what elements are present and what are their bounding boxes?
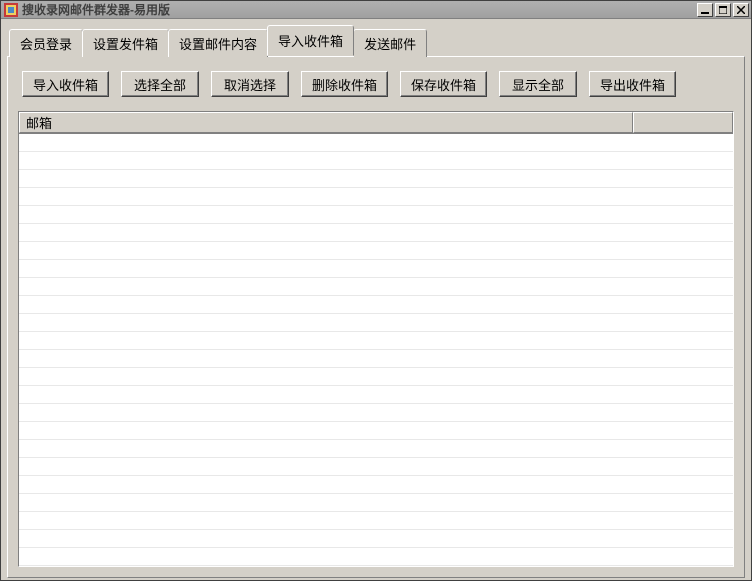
tab-label: 发送邮件 (364, 37, 416, 52)
column-header-2[interactable] (633, 112, 733, 133)
list-row[interactable] (19, 386, 733, 404)
tab-member-login[interactable]: 会员登录 (9, 29, 83, 57)
list-row[interactable] (19, 494, 733, 512)
list-row[interactable] (19, 422, 733, 440)
column-label: 邮箱 (26, 113, 52, 132)
list-row[interactable] (19, 548, 733, 566)
tab-set-sender[interactable]: 设置发件箱 (82, 29, 169, 57)
column-header-email[interactable]: 邮箱 (19, 112, 633, 133)
app-icon (4, 3, 18, 17)
delete-button[interactable]: 删除收件箱 (301, 71, 388, 97)
list-row[interactable] (19, 242, 733, 260)
minimize-button[interactable] (697, 3, 713, 17)
toolbar: 导入收件箱 选择全部 取消选择 删除收件箱 保存收件箱 显示全部 导出收件箱 (18, 71, 734, 97)
button-label: 删除收件箱 (312, 75, 377, 94)
button-label: 保存收件箱 (411, 75, 476, 94)
tab-label: 会员登录 (20, 37, 72, 52)
title-bar: 搜收录网邮件群发器-易用版 (1, 1, 751, 19)
list-row[interactable] (19, 458, 733, 476)
list-row[interactable] (19, 170, 733, 188)
export-button[interactable]: 导出收件箱 (589, 71, 676, 97)
window-controls (695, 3, 749, 17)
list-header: 邮箱 (19, 112, 733, 134)
list-row[interactable] (19, 260, 733, 278)
list-row[interactable] (19, 152, 733, 170)
deselect-button[interactable]: 取消选择 (211, 71, 289, 97)
recipients-list[interactable]: 邮箱 (18, 111, 734, 567)
tab-label: 设置邮件内容 (179, 37, 257, 52)
list-row[interactable] (19, 440, 733, 458)
list-row[interactable] (19, 314, 733, 332)
list-row[interactable] (19, 350, 733, 368)
list-row[interactable] (19, 512, 733, 530)
list-row[interactable] (19, 476, 733, 494)
tab-label: 设置发件箱 (93, 37, 158, 52)
list-body (19, 134, 733, 566)
button-label: 导入收件箱 (33, 75, 98, 94)
maximize-button[interactable] (715, 3, 731, 17)
list-row[interactable] (19, 278, 733, 296)
save-button[interactable]: 保存收件箱 (400, 71, 487, 97)
button-label: 选择全部 (134, 75, 186, 94)
tab-import-recipients[interactable]: 导入收件箱 (267, 25, 354, 56)
show-all-button[interactable]: 显示全部 (499, 71, 577, 97)
client-area: 会员登录 设置发件箱 设置邮件内容 导入收件箱 发送邮件 导入收件箱 选择全部 … (1, 19, 751, 581)
tab-label: 导入收件箱 (278, 34, 343, 49)
import-button[interactable]: 导入收件箱 (22, 71, 109, 97)
button-label: 取消选择 (224, 75, 276, 94)
button-label: 导出收件箱 (600, 75, 665, 94)
select-all-button[interactable]: 选择全部 (121, 71, 199, 97)
close-button[interactable] (733, 3, 749, 17)
app-window: 搜收录网邮件群发器-易用版 会员登录 设置发件箱 设置邮件内容 导入收件箱 发送… (0, 0, 752, 581)
button-label: 显示全部 (512, 75, 564, 94)
list-row[interactable] (19, 368, 733, 386)
list-row[interactable] (19, 404, 733, 422)
list-row[interactable] (19, 224, 733, 242)
tab-send-mail[interactable]: 发送邮件 (353, 29, 427, 57)
list-row[interactable] (19, 188, 733, 206)
list-row[interactable] (19, 530, 733, 548)
window-title: 搜收录网邮件群发器-易用版 (22, 1, 695, 18)
list-row[interactable] (19, 332, 733, 350)
tab-set-content[interactable]: 设置邮件内容 (168, 29, 268, 57)
tab-page-import: 导入收件箱 选择全部 取消选择 删除收件箱 保存收件箱 显示全部 导出收件箱 邮… (7, 56, 745, 578)
list-row[interactable] (19, 134, 733, 152)
tab-strip: 会员登录 设置发件箱 设置邮件内容 导入收件箱 发送邮件 (7, 25, 745, 56)
list-row[interactable] (19, 206, 733, 224)
list-row[interactable] (19, 296, 733, 314)
